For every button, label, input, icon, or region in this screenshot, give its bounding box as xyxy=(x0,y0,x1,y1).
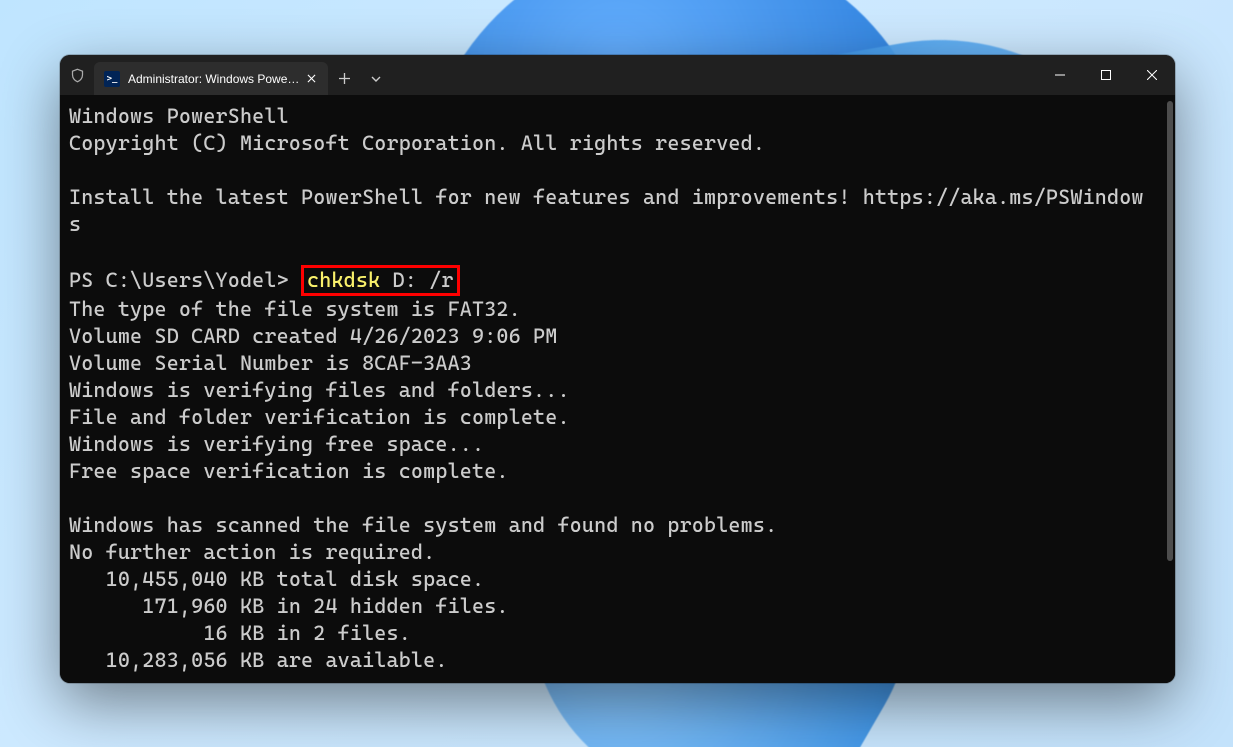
powershell-icon: >_ xyxy=(104,71,120,87)
output-line: 10,283,056 KB are available. xyxy=(69,648,448,672)
scrollbar[interactable] xyxy=(1165,95,1175,683)
output-line: File and folder verification is complete… xyxy=(69,405,570,429)
output-line: No further action is required. xyxy=(69,540,435,564)
install-message: Install the latest PowerShell for new fe… xyxy=(69,185,1144,236)
maximize-button[interactable] xyxy=(1083,55,1129,95)
output-line: 10,455,040 KB total disk space. xyxy=(69,567,484,591)
tab-close-button[interactable] xyxy=(302,70,320,88)
command-highlight: chkdsk D: /r xyxy=(301,265,460,296)
header-line: Copyright (C) Microsoft Corporation. All… xyxy=(69,131,765,155)
output-line: Windows is verifying free space... xyxy=(69,432,484,456)
output-line: Windows has scanned the file system and … xyxy=(69,513,777,537)
scrollbar-thumb[interactable] xyxy=(1167,101,1173,561)
titlebar-drag-region[interactable] xyxy=(392,55,1037,95)
output-line: Volume Serial Number is 8CAF-3AA3 xyxy=(69,351,472,375)
command-name: chkdsk xyxy=(307,268,380,292)
output-line: Free space verification is complete. xyxy=(69,459,509,483)
output-line: Volume SD CARD created 4/26/2023 9:06 PM xyxy=(69,324,557,348)
output-line: Windows is verifying files and folders..… xyxy=(69,378,570,402)
tab-title: Administrator: Windows PowerShell xyxy=(128,72,302,86)
header-line: Windows PowerShell xyxy=(69,104,289,128)
shield-icon xyxy=(60,55,94,95)
output-line: The type of the file system is FAT32. xyxy=(69,297,521,321)
terminal-output[interactable]: Windows PowerShell Copyright (C) Microso… xyxy=(60,95,1165,683)
terminal-body[interactable]: Windows PowerShell Copyright (C) Microso… xyxy=(60,95,1175,683)
minimize-button[interactable] xyxy=(1037,55,1083,95)
command-args: D: /r xyxy=(380,268,453,292)
tab-powershell[interactable]: >_ Administrator: Windows PowerShell xyxy=(94,62,328,95)
output-line: 16 KB in 2 files. xyxy=(69,621,411,645)
tab-dropdown-button[interactable] xyxy=(360,62,392,95)
new-tab-button[interactable] xyxy=(328,62,360,95)
titlebar[interactable]: >_ Administrator: Windows PowerShell xyxy=(60,55,1175,95)
output-line: 171,960 KB in 24 hidden files. xyxy=(69,594,509,618)
terminal-window: >_ Administrator: Windows PowerShell xyxy=(60,55,1175,683)
prompt: PS C:\Users\Yodel> xyxy=(69,268,301,292)
close-button[interactable] xyxy=(1129,55,1175,95)
